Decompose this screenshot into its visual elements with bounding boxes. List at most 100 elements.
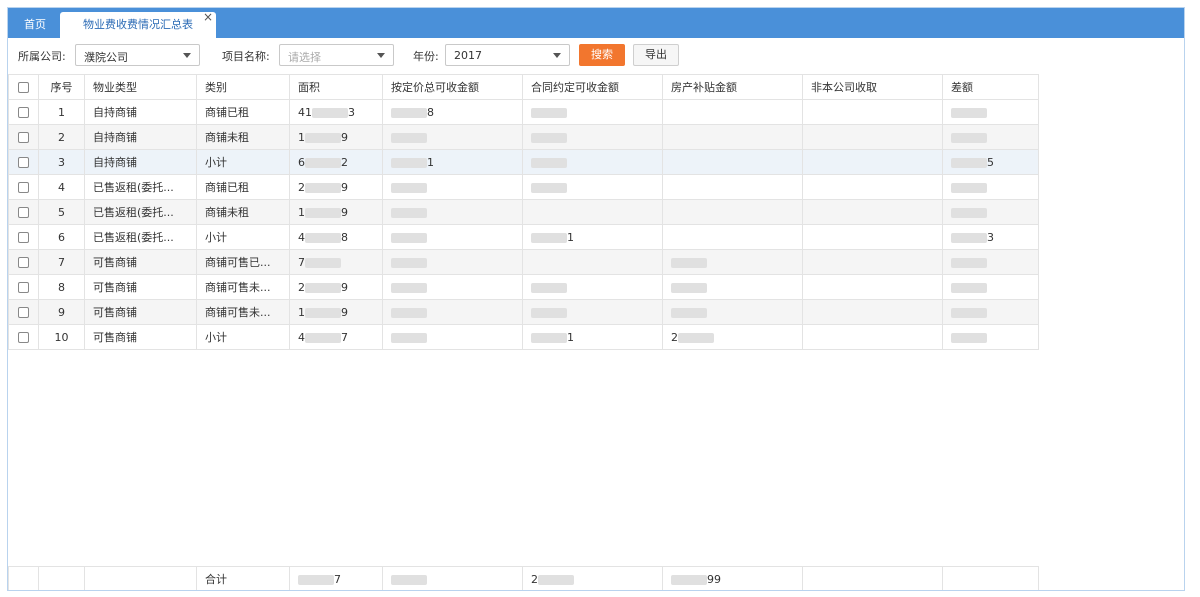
table-row[interactable]: 5 已售返租(委托... 商铺未租 19 [8, 199, 1039, 225]
blurred-value [391, 207, 427, 218]
blurred-value [531, 157, 567, 168]
company-select[interactable]: 濮院公司 [75, 44, 200, 66]
header-no[interactable]: 序号 [38, 74, 85, 100]
area-tail: 7 [341, 330, 348, 344]
tab-home[interactable]: 首页 [12, 12, 58, 38]
area-head: 2 [298, 180, 305, 194]
table-row[interactable]: 3 自持商铺 小计 62 1 5 [8, 149, 1039, 175]
cell-property-type: 已售返租(委托... [84, 224, 197, 250]
blurred-value [951, 207, 987, 218]
header-non-company[interactable]: 非本公司收取 [802, 74, 943, 100]
header-category[interactable]: 类别 [196, 74, 290, 100]
project-select[interactable]: 请选择 [279, 44, 394, 66]
header-price-total[interactable]: 按定价总可收金额 [382, 74, 523, 100]
row-checkbox-cell [8, 299, 39, 325]
blurred-value [951, 107, 987, 118]
row-checkbox[interactable] [18, 332, 29, 343]
header-difference[interactable]: 差额 [942, 74, 1039, 100]
cell-subsidy-amount [662, 274, 803, 300]
cell-property-type: 自持商铺 [84, 99, 197, 125]
company-label: 所属公司: [18, 50, 66, 63]
year-select[interactable]: 2017 [445, 44, 570, 66]
search-button[interactable]: 搜索 [579, 44, 625, 66]
blurred-value [391, 307, 427, 318]
area-head: 1 [298, 205, 305, 219]
cell-difference [942, 324, 1039, 350]
export-button[interactable]: 导出 [633, 44, 679, 66]
cell-contract-amount [522, 124, 663, 150]
cell-no: 7 [38, 249, 85, 275]
blurred-value [538, 574, 574, 585]
header-contract-amount[interactable]: 合同约定可收金额 [522, 74, 663, 100]
table-row[interactable]: 10 可售商铺 小计 47 1 2 [8, 324, 1039, 350]
cell-non-company [802, 174, 943, 200]
row-checkbox[interactable] [18, 307, 29, 318]
table-row[interactable]: 4 已售返租(委托... 商铺已租 29 [8, 174, 1039, 200]
blurred-value [951, 232, 987, 243]
footer-contract-amount: 2 [522, 566, 663, 590]
row-checkbox[interactable] [18, 282, 29, 293]
row-checkbox[interactable] [18, 157, 29, 168]
blurred-value [531, 282, 567, 293]
cell-category: 商铺可售未... [196, 274, 290, 300]
difference-tail: 3 [987, 230, 994, 244]
cell-area: 29 [289, 274, 383, 300]
header-area[interactable]: 面积 [289, 74, 383, 100]
subsidy-head: 2 [671, 330, 678, 344]
blurred-value [951, 157, 987, 168]
cell-contract-amount: 1 [522, 324, 663, 350]
blurred-value [298, 574, 334, 585]
cell-no: 6 [38, 224, 85, 250]
footer-subsidy-amount: 99 [662, 566, 803, 590]
table-row[interactable]: 2 自持商铺 商铺未租 19 [8, 124, 1039, 150]
cell-non-company [802, 124, 943, 150]
footer-area-tail: 7 [334, 572, 341, 586]
chevron-down-icon [183, 53, 191, 58]
cell-category: 商铺未租 [196, 199, 290, 225]
tab-fee-summary[interactable]: 物业费收费情况汇总表 × [60, 10, 216, 38]
cell-no: 4 [38, 174, 85, 200]
cell-price-total [382, 324, 523, 350]
blurred-value [312, 107, 348, 118]
blurred-value [671, 307, 707, 318]
cell-no: 5 [38, 199, 85, 225]
row-checkbox[interactable] [18, 232, 29, 243]
area-tail: 2 [341, 155, 348, 169]
cell-difference [942, 174, 1039, 200]
row-checkbox[interactable] [18, 132, 29, 143]
cell-price-total: 8 [382, 99, 523, 125]
cell-contract-amount [522, 99, 663, 125]
cell-non-company [802, 249, 943, 275]
cell-non-company [802, 199, 943, 225]
blurred-value [391, 257, 427, 268]
row-checkbox[interactable] [18, 182, 29, 193]
cell-non-company [802, 149, 943, 175]
area-head: 2 [298, 280, 305, 294]
table-row[interactable]: 6 已售返租(委托... 小计 48 1 3 [8, 224, 1039, 250]
footer-empty-cell [38, 566, 85, 590]
row-checkbox[interactable] [18, 107, 29, 118]
row-checkbox[interactable] [18, 207, 29, 218]
footer-price-total [382, 566, 523, 590]
select-all-checkbox[interactable] [18, 82, 29, 93]
project-label: 项目名称: [222, 50, 270, 63]
table-row[interactable]: 7 可售商铺 商铺可售已... 7 [8, 249, 1039, 275]
blurred-value [305, 282, 341, 293]
blurred-value [531, 232, 567, 243]
cell-subsidy-amount [662, 174, 803, 200]
header-property-type[interactable]: 物业类型 [84, 74, 197, 100]
close-icon[interactable]: × [203, 8, 213, 30]
cell-price-total: 1 [382, 149, 523, 175]
table-row[interactable]: 9 可售商铺 商铺可售未... 19 [8, 299, 1039, 325]
row-checkbox[interactable] [18, 257, 29, 268]
table-row[interactable]: 1 自持商铺 商铺已租 41 3 8 [8, 99, 1039, 125]
cell-difference [942, 124, 1039, 150]
blurred-value [951, 332, 987, 343]
cell-price-total [382, 124, 523, 150]
blurred-value [951, 307, 987, 318]
chevron-down-icon [377, 53, 385, 58]
table-row[interactable]: 8 可售商铺 商铺可售未... 29 [8, 274, 1039, 300]
header-subsidy-amount[interactable]: 房产补贴金额 [662, 74, 803, 100]
cell-price-total [382, 249, 523, 275]
blurred-value [391, 332, 427, 343]
